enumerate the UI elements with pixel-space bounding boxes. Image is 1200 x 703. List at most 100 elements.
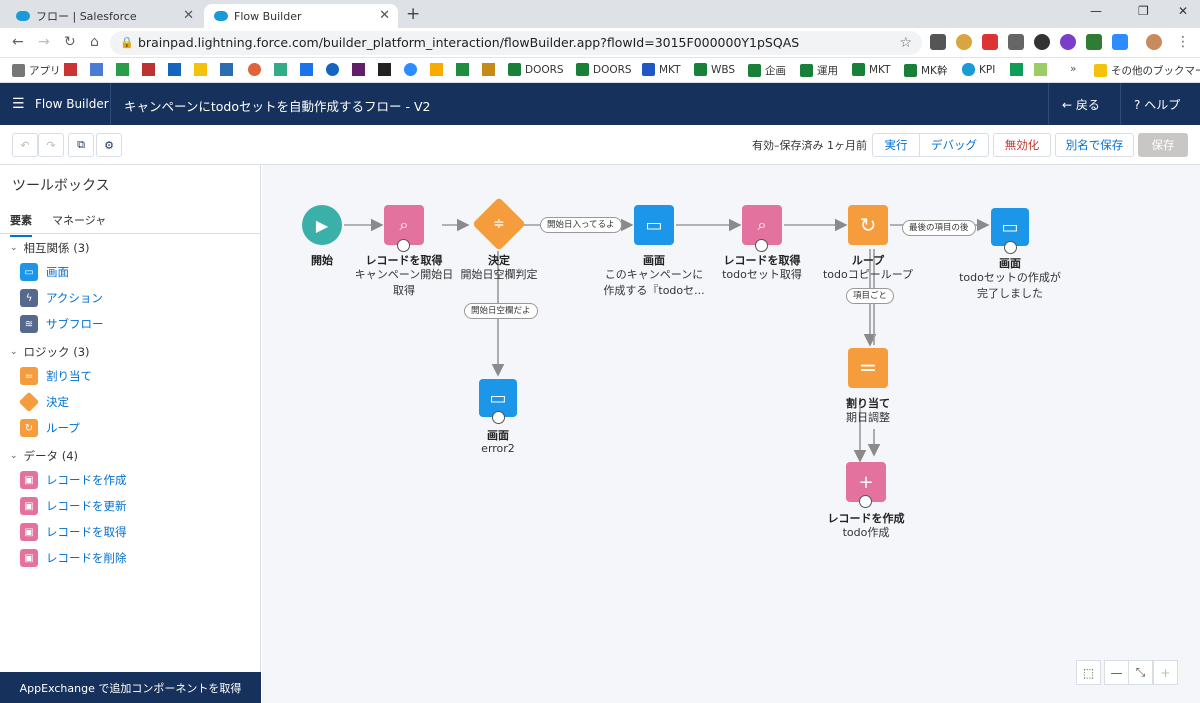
forward-arrow-icon[interactable]: → bbox=[38, 34, 50, 50]
reload-icon[interactable]: ↻ bbox=[64, 34, 76, 50]
new-tab-icon[interactable]: + bbox=[406, 4, 420, 24]
debug-button[interactable]: デバッグ bbox=[919, 133, 989, 157]
copy-button[interactable]: ⧉ bbox=[68, 133, 94, 157]
bookmark-icon[interactable] bbox=[248, 63, 261, 76]
bookmark-icon[interactable] bbox=[274, 63, 287, 76]
window-close-icon[interactable]: ✕ bbox=[1178, 4, 1188, 18]
bookmark-wbs[interactable]: WBS bbox=[694, 63, 735, 76]
extension-icon[interactable] bbox=[1060, 34, 1076, 50]
zoom-icon[interactable] bbox=[404, 63, 417, 76]
connector-handle[interactable] bbox=[492, 411, 505, 424]
browser-tab-flow-builder[interactable]: Flow Builder ✕ bbox=[204, 4, 398, 28]
edge-label-start-empty[interactable]: 開始日空欄だよ bbox=[464, 303, 538, 319]
bookmark-other[interactable]: その他のブックマーク bbox=[1094, 63, 1200, 78]
bookmark-apps[interactable]: アプリ bbox=[12, 63, 61, 78]
connector-handle[interactable] bbox=[859, 495, 872, 508]
connector-handle[interactable] bbox=[755, 239, 768, 252]
bookmark-star-icon[interactable]: ☆ bbox=[899, 31, 912, 55]
save-as-button[interactable]: 別名で保存 bbox=[1055, 133, 1134, 157]
more-bookmarks-icon[interactable]: » bbox=[1070, 63, 1076, 75]
appexchange-button[interactable]: AppExchange で追加コンポーネントを取得 bbox=[0, 672, 261, 703]
sheets-icon bbox=[748, 64, 761, 77]
trello-icon[interactable] bbox=[168, 63, 181, 76]
bookmark-icon[interactable] bbox=[1034, 63, 1047, 76]
home-icon[interactable]: ⌂ bbox=[90, 34, 99, 50]
toolbox-item-decision[interactable]: 決定 bbox=[18, 391, 69, 413]
sheets-icon bbox=[904, 64, 917, 77]
connector-handle[interactable] bbox=[1004, 241, 1017, 254]
undo-button[interactable]: ↶ bbox=[12, 133, 38, 157]
extension-icon[interactable] bbox=[1034, 34, 1050, 50]
notion-icon[interactable] bbox=[378, 63, 391, 76]
bookmark-mk-kan[interactable]: MK幹 bbox=[904, 63, 947, 78]
gmail-icon[interactable] bbox=[64, 63, 77, 76]
bookmark-icon[interactable] bbox=[220, 63, 233, 76]
extension-icon[interactable] bbox=[982, 34, 998, 50]
section-data[interactable]: ⌄ データ (4) bbox=[10, 448, 78, 464]
tab-elements[interactable]: 要素 bbox=[10, 212, 32, 237]
toolbox-item-assignment[interactable]: = 割り当て bbox=[20, 367, 92, 385]
bookmark-icon[interactable] bbox=[142, 63, 155, 76]
toolbox-item-screen[interactable]: ▭ 画面 bbox=[20, 263, 69, 281]
toolbox-item-create-records[interactable]: ▣ レコードを作成 bbox=[20, 471, 127, 489]
bookmark-operations[interactable]: 運用 bbox=[800, 63, 838, 78]
analytics-icon[interactable] bbox=[430, 63, 443, 76]
toolbox-item-subflow[interactable]: ≋ サブフロー bbox=[20, 315, 104, 333]
bookmark-doors-1[interactable]: DOORS bbox=[508, 63, 564, 76]
close-icon[interactable]: ✕ bbox=[379, 8, 390, 23]
bookmark-icon[interactable] bbox=[456, 63, 469, 76]
fit-view-button[interactable]: ⤡ bbox=[1128, 660, 1153, 685]
bookmark-icon[interactable] bbox=[482, 63, 495, 76]
zoom-in-button[interactable]: + bbox=[1153, 660, 1178, 685]
bookmark-icon[interactable] bbox=[326, 63, 339, 76]
browser-tab-salesforce[interactable]: フロー | Salesforce ✕ bbox=[6, 4, 202, 28]
toolbox-item-get-records[interactable]: ▣ レコードを取得 bbox=[20, 523, 127, 541]
toolbox-item-delete-records[interactable]: ▣ レコードを削除 bbox=[20, 549, 127, 567]
avatar[interactable] bbox=[1146, 34, 1162, 50]
toolbox-item-action[interactable]: ϟ アクション bbox=[20, 289, 103, 307]
calendar-icon[interactable] bbox=[90, 63, 103, 76]
help-button[interactable]: ? ヘルプ bbox=[1134, 96, 1180, 113]
bookmark-kpi[interactable]: KPI bbox=[962, 63, 995, 76]
bookmark-planning[interactable]: 企画 bbox=[748, 63, 786, 78]
settings-button[interactable]: ⚙ bbox=[96, 133, 122, 157]
url-bar[interactable]: 🔒 brainpad.lightning.force.com/builder_p… bbox=[110, 31, 922, 55]
extension-icon[interactable] bbox=[1086, 34, 1102, 50]
bookmark-mkt-2[interactable]: MKT bbox=[852, 63, 891, 76]
section-logic[interactable]: ⌄ ロジック (3) bbox=[10, 344, 90, 360]
edge-label-start-filled[interactable]: 開始日入ってるよ bbox=[540, 217, 622, 233]
bookmark-doors-2[interactable]: DOORS bbox=[576, 63, 632, 76]
deactivate-button[interactable]: 無効化 bbox=[993, 133, 1051, 157]
back-arrow-icon[interactable]: ← bbox=[12, 34, 24, 50]
redo-button[interactable]: ↷ bbox=[38, 133, 64, 157]
zoom-out-button[interactable]: — bbox=[1104, 660, 1129, 685]
save-button[interactable]: 保存 bbox=[1138, 133, 1188, 157]
toolbox-item-loop[interactable]: ↻ ループ bbox=[20, 419, 80, 437]
maximize-icon[interactable]: ❐ bbox=[1138, 4, 1149, 18]
edge-label-after-last[interactable]: 最後の項目の後 bbox=[902, 220, 976, 236]
flow-canvas[interactable]: ▶ 開始 ⌕ レコードを取得 キャンペーン開始日 取得 ≑ 決定 開始日空欄判定… bbox=[262, 165, 1200, 703]
copy-icon: ⧉ bbox=[77, 138, 85, 151]
bookmark-mkt-1[interactable]: MKT bbox=[642, 63, 681, 76]
more-menu-icon[interactable]: ⋮ bbox=[1176, 34, 1190, 50]
bookmark-icon[interactable] bbox=[1010, 63, 1023, 76]
extension-icon[interactable] bbox=[956, 34, 972, 50]
node-label: todo作成 bbox=[842, 526, 890, 539]
extension-icon[interactable] bbox=[1112, 34, 1128, 50]
minimize-icon[interactable]: — bbox=[1090, 4, 1102, 18]
connector-handle[interactable] bbox=[397, 239, 410, 252]
tab-manager[interactable]: マネージャ bbox=[52, 212, 106, 228]
drive-icon[interactable] bbox=[116, 63, 129, 76]
toolbox-item-update-records[interactable]: ▣ レコードを更新 bbox=[20, 497, 127, 515]
bookmark-icon[interactable] bbox=[194, 63, 207, 76]
select-elements-button[interactable]: ⬚ bbox=[1076, 660, 1101, 685]
section-interaction[interactable]: ⌄ 相互関係 (3) bbox=[10, 240, 90, 256]
bookmark-icon[interactable] bbox=[300, 63, 313, 76]
slack-icon[interactable] bbox=[352, 63, 365, 76]
edge-label-for-each[interactable]: 項目ごと bbox=[846, 288, 895, 304]
close-icon[interactable]: ✕ bbox=[183, 8, 194, 23]
run-button[interactable]: 実行 bbox=[872, 133, 920, 157]
back-button[interactable]: ← 戻る bbox=[1062, 96, 1100, 113]
extension-icon[interactable] bbox=[1008, 34, 1024, 50]
extension-icon[interactable] bbox=[930, 34, 946, 50]
